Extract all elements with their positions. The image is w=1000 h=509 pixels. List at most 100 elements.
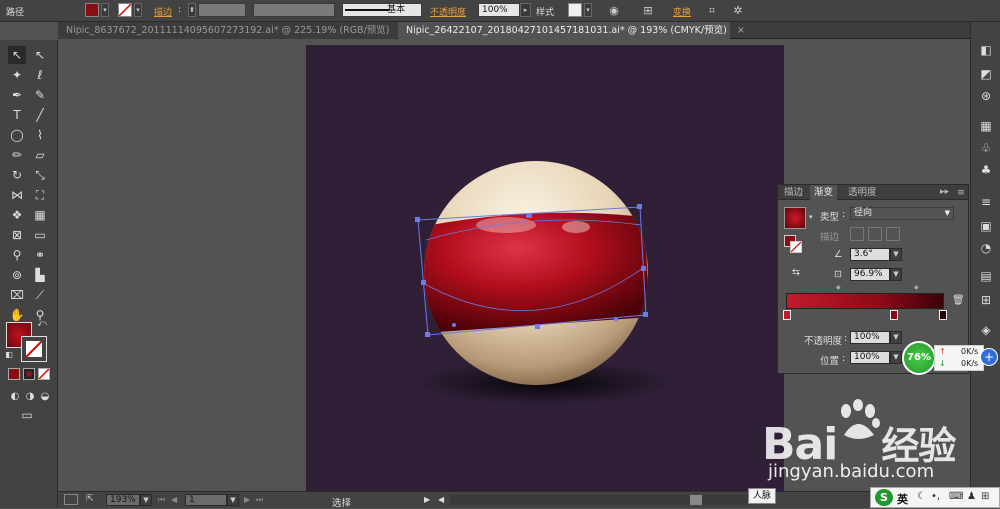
direct-selection-tool-icon[interactable]: ↖ <box>31 46 49 64</box>
artboard[interactable] <box>306 45 784 491</box>
collapse-icon[interactable]: ▸▸ <box>936 185 953 200</box>
pencil-icon[interactable]: ✏ <box>8 146 26 164</box>
recolor-icon[interactable]: ◉ <box>606 3 622 19</box>
fill-swatch[interactable] <box>85 3 99 17</box>
reverse-gradient-icon[interactable]: ⇆ <box>792 267 800 278</box>
sogou-logo-icon[interactable]: S <box>875 489 893 506</box>
stroke-swatch[interactable] <box>118 3 132 17</box>
status-menu-icon[interactable]: ▶ <box>424 495 430 504</box>
fill-dropdown[interactable]: ▾ <box>101 3 109 17</box>
clubs-icon[interactable]: ♣ <box>978 162 994 178</box>
gradient-mode-icon[interactable] <box>23 368 35 380</box>
brushes-icon[interactable]: ▦ <box>978 118 994 134</box>
scroll-left-icon[interactable]: ◀ <box>438 495 444 504</box>
transparency-icon[interactable]: ◔ <box>978 240 994 256</box>
stroke-panel-icon[interactable]: ≡ <box>978 194 994 210</box>
pen-tool-icon[interactable]: ✒ <box>8 86 26 104</box>
midpoint-diamond-icon[interactable]: ◆ <box>836 284 841 291</box>
stop-location-field[interactable]: 100% <box>850 351 890 364</box>
page-dropdown[interactable]: ▼ <box>227 494 239 506</box>
prev-page-icon[interactable]: ◀ <box>171 495 177 504</box>
stop-location-dropdown[interactable]: ▼ <box>890 351 902 364</box>
stroke-mini-swatch[interactable] <box>790 241 802 253</box>
curvature-tool-icon[interactable]: ✎ <box>31 86 49 104</box>
tab-document-1[interactable]: Nipic_8637672_20111114095607273192.ai* @… <box>58 22 407 39</box>
stroke-weight-field[interactable] <box>198 3 246 17</box>
stroke-gradient-option-2[interactable] <box>868 227 882 241</box>
swatches-icon[interactable]: ⊛ <box>978 88 994 104</box>
gradient-stop-right[interactable] <box>939 310 947 320</box>
stop-opacity-field[interactable]: 100% <box>850 331 890 344</box>
stop-opacity-dropdown[interactable]: ▼ <box>890 331 902 344</box>
layers-icon[interactable]: ◈ <box>978 322 994 338</box>
memory-usage-ball[interactable]: 76% <box>902 341 936 375</box>
color-panel-icon[interactable]: ◧ <box>978 42 994 58</box>
magic-wand-icon[interactable]: ✦ <box>8 66 26 84</box>
gradient-stop-left[interactable] <box>783 310 791 320</box>
first-page-icon[interactable]: ⏮ <box>158 495 165 505</box>
close-icon[interactable]: × <box>737 25 745 36</box>
transform-label[interactable]: 变换 <box>673 5 691 18</box>
share-icon[interactable]: ⇱ <box>86 494 98 505</box>
artboard-tool-icon[interactable]: ⌧ <box>8 286 26 304</box>
screen-mode-icon[interactable]: ▭ <box>18 406 36 424</box>
network-speed-widget[interactable]: 76% ↑ ↓ 0K/s 0K/s + <box>902 341 998 375</box>
gradient-panel-icon[interactable]: ▣ <box>978 218 994 234</box>
symbol-sprayer-icon[interactable]: ⊚ <box>8 266 26 284</box>
opacity-label[interactable]: 不透明度 <box>430 5 466 18</box>
free-transform-icon[interactable]: ⛶ <box>31 186 49 204</box>
punctuation-icon[interactable]: •, <box>931 491 940 502</box>
mesh-tool-icon[interactable]: ⊠ <box>8 226 26 244</box>
perspective-grid-icon[interactable]: ▦ <box>31 206 49 224</box>
stroke-weight-stepper[interactable]: ⬍ <box>188 3 196 17</box>
brush-definition-field[interactable]: 基本 <box>342 3 422 17</box>
lasso-icon[interactable]: ℓ <box>31 66 49 84</box>
scrollbar-thumb[interactable] <box>690 495 702 505</box>
tab-transparency[interactable]: 透明度 <box>844 185 881 200</box>
ime-toolbar[interactable]: S 英 ☾ •, ⌨ ♟ ⊞ <box>870 487 1000 508</box>
stroke-dropdown[interactable]: ▾ <box>134 3 142 17</box>
ball-red-band[interactable] <box>420 212 650 333</box>
gradient-stop-middle[interactable] <box>890 310 898 320</box>
artwork-canvas[interactable] <box>306 45 784 491</box>
tab-gradient[interactable]: 渐变 <box>810 185 838 200</box>
opacity-dropdown[interactable]: ▸ <box>520 3 531 17</box>
paintbrush-icon[interactable]: ⌇ <box>31 126 49 144</box>
align-panel-icon[interactable]: ⊞ <box>978 292 994 308</box>
midpoint-diamond-icon[interactable]: ◆ <box>914 284 919 291</box>
slice-tool-icon[interactable]: ⟋ <box>31 286 49 304</box>
ime-language[interactable]: 英 <box>897 491 908 507</box>
type-tool-icon[interactable]: T <box>8 106 26 124</box>
tab-stroke[interactable]: 描边 <box>780 185 807 200</box>
style-dropdown[interactable]: ▾ <box>584 3 592 17</box>
rotate-tool-icon[interactable]: ↻ <box>8 166 26 184</box>
gradient-preview-swatch[interactable] <box>784 207 806 229</box>
gradient-preview-dropdown-icon[interactable]: ▾ <box>809 213 813 221</box>
aspect-ratio-dropdown[interactable]: ▼ <box>890 268 902 281</box>
stroke-gradient-option-3[interactable] <box>886 227 900 241</box>
scale-tool-icon[interactable]: ⤡ <box>31 166 49 184</box>
moon-icon[interactable]: ☾ <box>917 491 926 502</box>
artboard-nav-icon[interactable] <box>64 494 78 505</box>
none-mode-icon[interactable] <box>38 368 50 380</box>
next-page-icon[interactable]: ▶ <box>244 495 250 504</box>
variable-width-field[interactable] <box>253 3 335 17</box>
eyedropper-icon[interactable]: ⚲ <box>8 246 26 264</box>
ellipse-tool-icon[interactable]: ◯ <box>8 126 26 144</box>
user-icon[interactable]: ♟ <box>967 491 976 502</box>
align-icon[interactable]: ⊞ <box>640 3 656 19</box>
blend-tool-icon[interactable]: ⚭ <box>31 246 49 264</box>
color-mode-icon[interactable] <box>8 368 20 380</box>
width-tool-icon[interactable]: ⋈ <box>8 186 26 204</box>
type-select[interactable]: 径向 ▼ <box>850 207 954 220</box>
angle-field[interactable]: 3.6° <box>850 248 890 261</box>
shape-builder-icon[interactable]: ❖ <box>8 206 26 224</box>
tab-document-2[interactable]: Nipic_26422107_20180427101457181031.ai* … <box>398 22 745 39</box>
page-field[interactable]: 1 <box>185 494 227 506</box>
angle-dropdown[interactable]: ▼ <box>890 248 902 261</box>
swap-colors-icon[interactable]: ⤺ <box>36 318 48 330</box>
trash-icon[interactable]: 🗑 <box>952 295 965 306</box>
gradient-slider-bar[interactable] <box>786 293 944 309</box>
default-colors-icon[interactable]: ◧ <box>4 350 14 360</box>
keyboard-icon[interactable]: ⌨ <box>949 491 963 502</box>
